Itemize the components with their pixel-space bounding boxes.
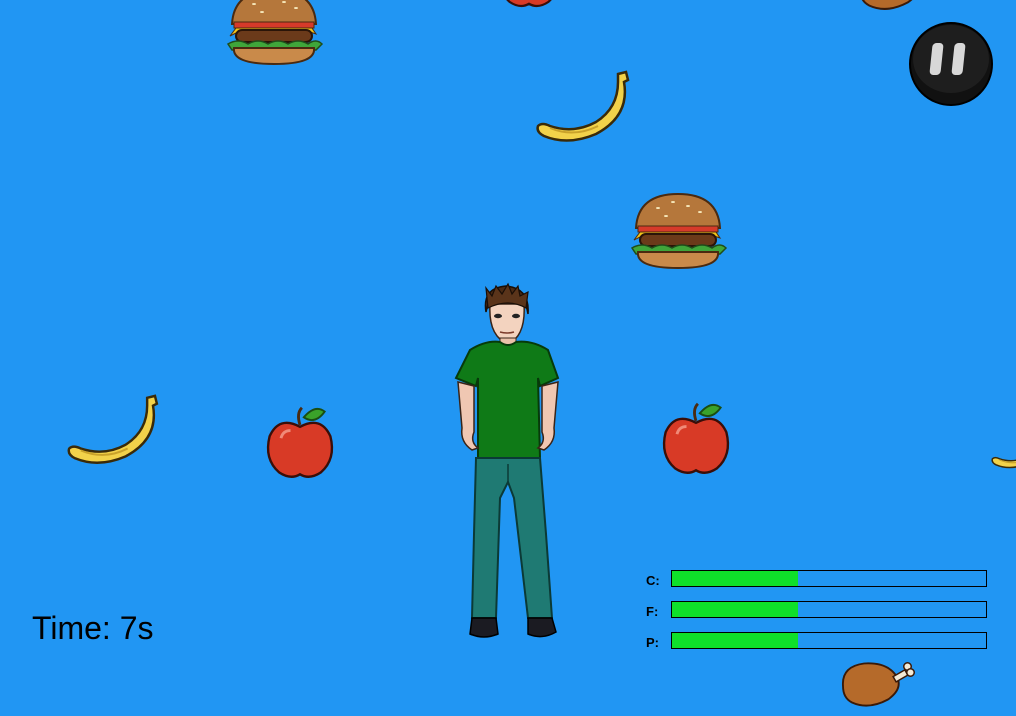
drumstick-icon bbox=[836, 656, 916, 716]
pause-icon bbox=[909, 22, 993, 106]
bar-label: P: bbox=[646, 635, 659, 650]
timer-label: Time: 7s bbox=[32, 610, 154, 646]
burger-icon bbox=[224, 0, 324, 66]
apple-icon bbox=[494, 0, 564, 10]
bar-fill bbox=[672, 633, 798, 648]
hud-bar-fat: F: bbox=[646, 601, 990, 621]
bar-fill bbox=[672, 571, 798, 586]
bar-track bbox=[671, 601, 987, 618]
drumstick-icon bbox=[852, 0, 938, 20]
bar-track bbox=[671, 570, 987, 587]
bar-label: C: bbox=[646, 573, 660, 588]
apple-icon bbox=[262, 402, 338, 482]
player-character[interactable] bbox=[452, 282, 564, 642]
apple-icon bbox=[658, 398, 734, 478]
hud-bar-carbs: C: bbox=[646, 570, 990, 590]
banana-icon bbox=[534, 68, 634, 148]
pause-button[interactable] bbox=[908, 21, 994, 107]
bar-fill bbox=[672, 602, 798, 617]
burger-icon bbox=[628, 190, 728, 270]
bar-track bbox=[671, 632, 987, 649]
bar-label: F: bbox=[646, 604, 659, 619]
hud-bar-protein: P: bbox=[646, 632, 990, 652]
banana-icon bbox=[64, 392, 164, 470]
banana-icon bbox=[990, 420, 1016, 476]
